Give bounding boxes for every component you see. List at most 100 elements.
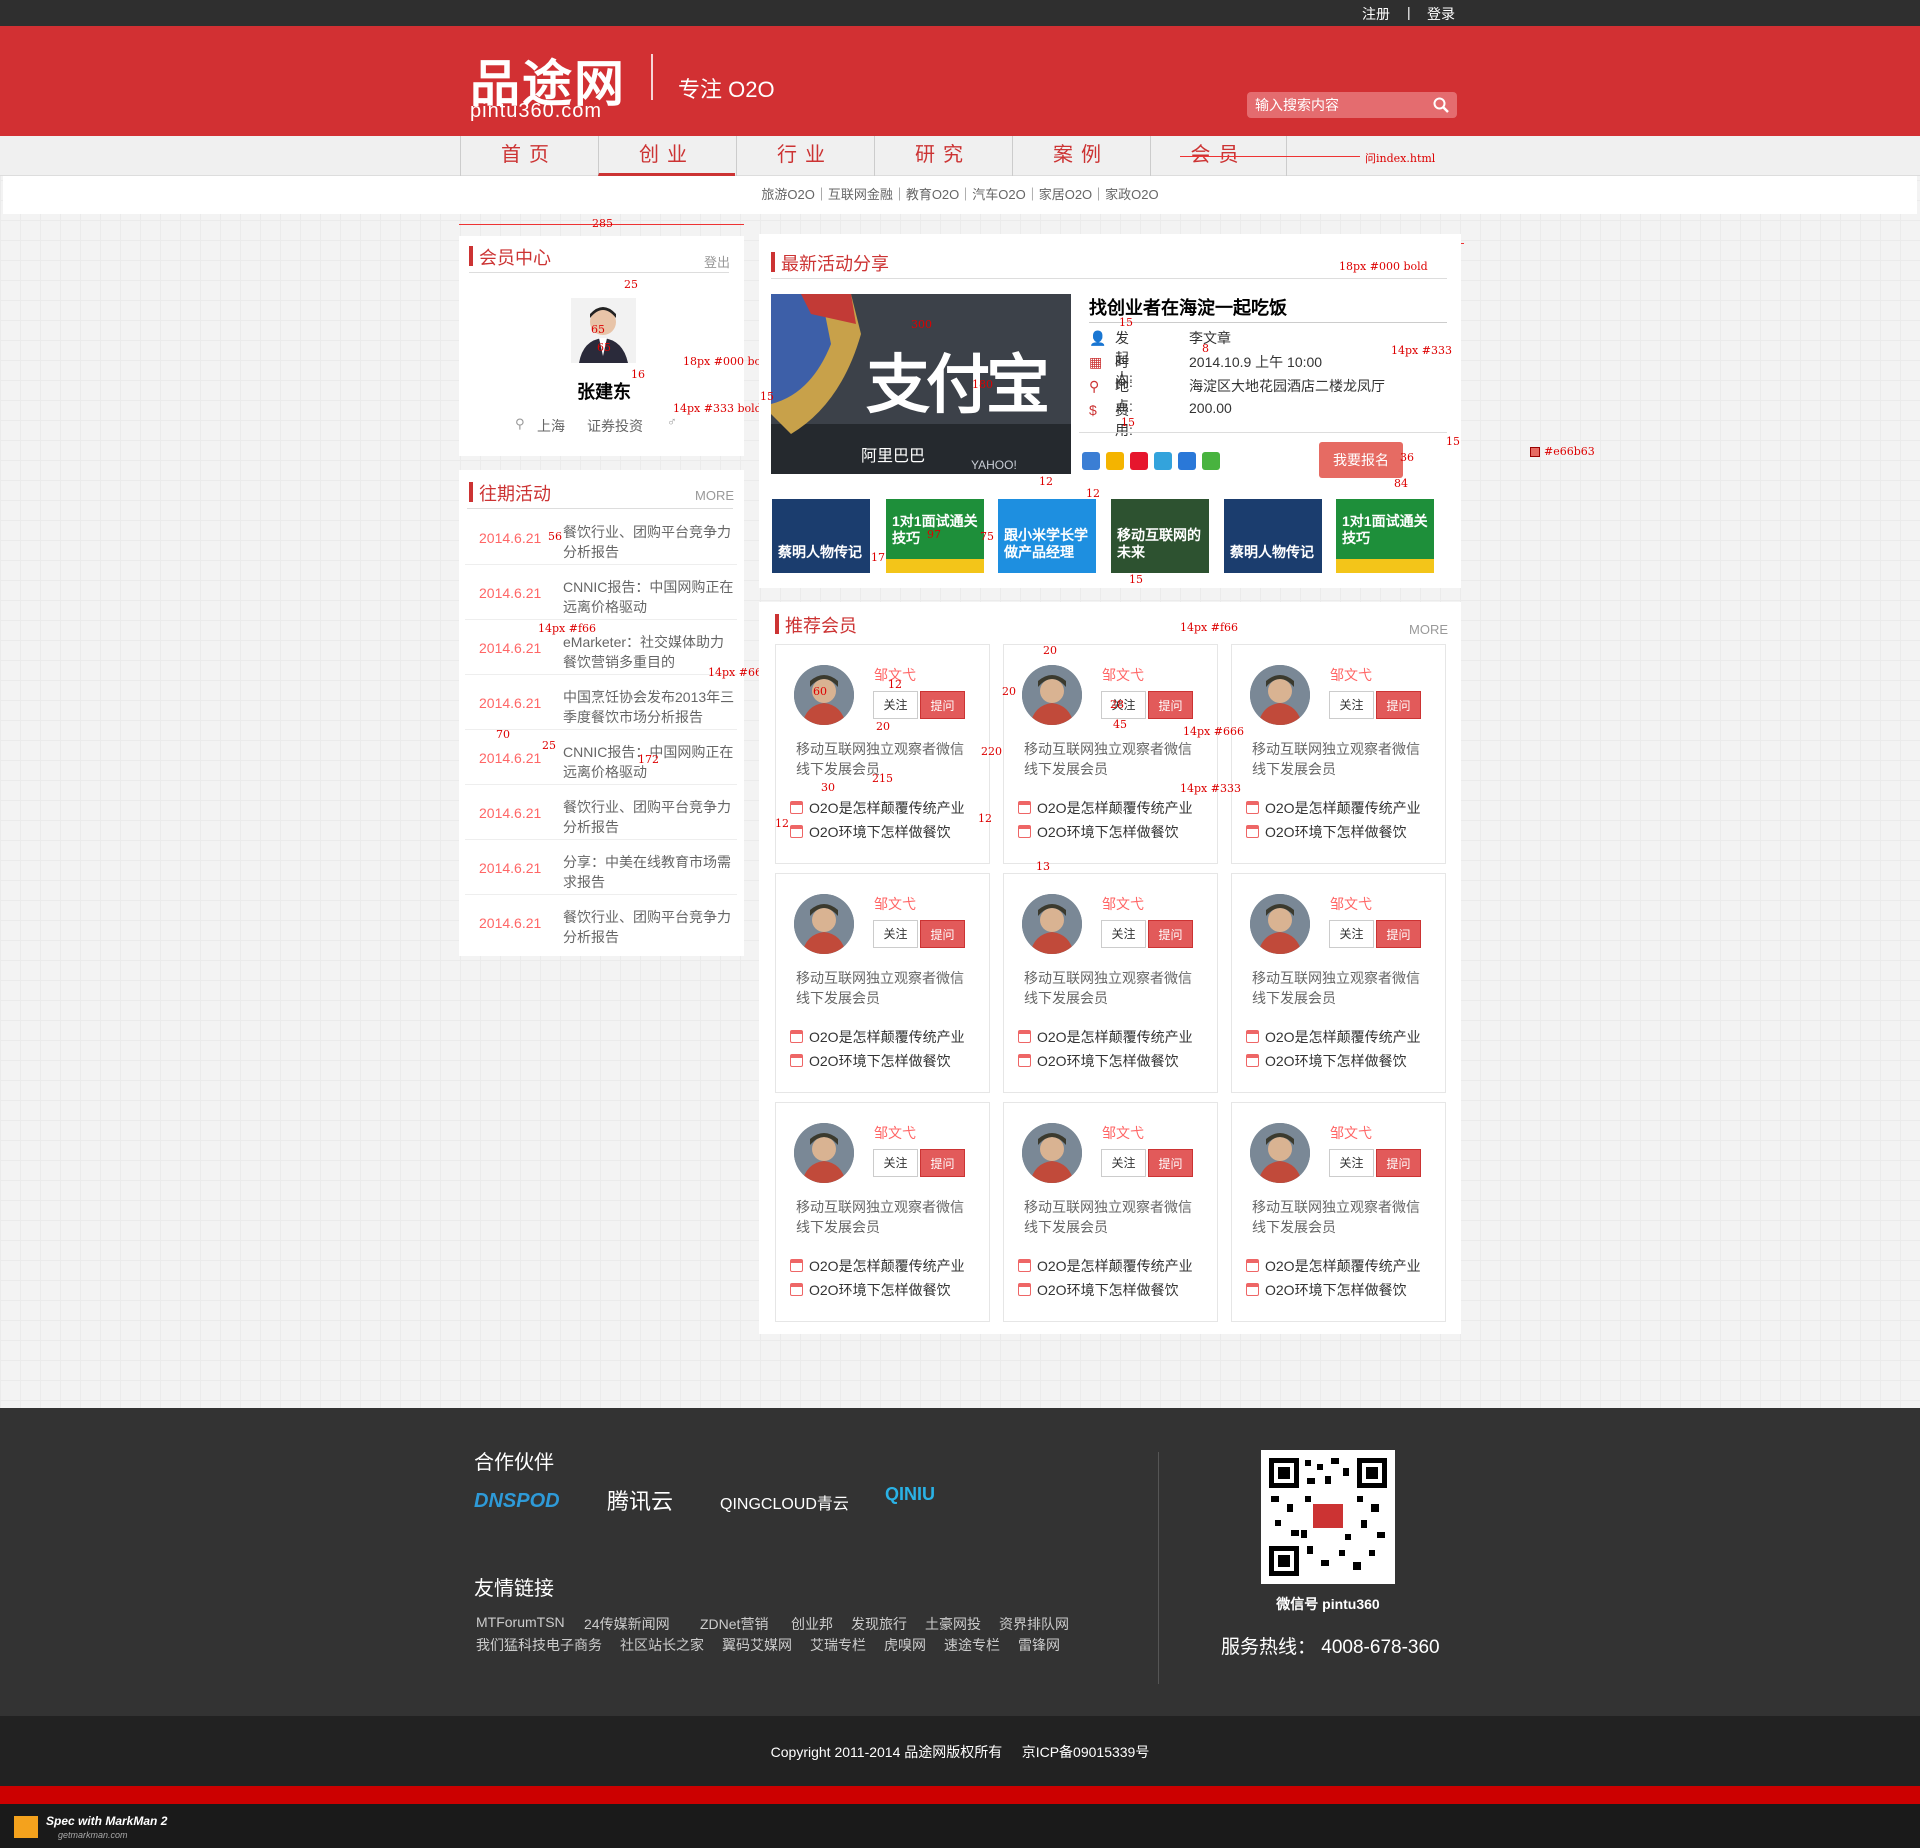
member-card[interactable]: 邹文弋 关注 提问 移动互联网独立观察者微信线下发展会员 O2O是怎样颠覆传统产业 O2O… <box>1003 1102 1218 1322</box>
more-link[interactable]: MORE <box>1409 622 1448 637</box>
follow-button[interactable]: 关注 <box>873 691 918 719</box>
follow-button[interactable]: 关注 <box>1329 1149 1374 1177</box>
friend-link[interactable]: 资界排队网 <box>999 1614 1069 1634</box>
avatar[interactable] <box>1022 665 1082 725</box>
member-topic[interactable]: O2O是怎样颠覆传统产业 <box>790 1027 965 1047</box>
follow-button[interactable]: 关注 <box>1329 691 1374 719</box>
member-topic[interactable]: O2O是怎样颠覆传统产业 <box>1018 798 1193 818</box>
thumbnail[interactable]: 1对1面试通关技巧 <box>1336 499 1434 573</box>
share-weibo-icon[interactable] <box>1130 452 1148 470</box>
search-input[interactable] <box>1255 92 1425 118</box>
follow-button[interactable]: 关注 <box>873 1149 918 1177</box>
member-card[interactable]: 邹文弋 关注 提问 移动互联网独立观察者微信线下发展会员 O2O是怎样颠覆传统产业 O2O… <box>1231 644 1446 864</box>
member-card[interactable]: 邹文弋 关注 提问 移动互联网独立观察者微信线下发展会员 O2O是怎样颠覆传统产业 O2O… <box>1231 1102 1446 1322</box>
register-link[interactable]: 注册 <box>1362 4 1390 24</box>
member-name[interactable]: 邹文弋 <box>1102 894 1144 914</box>
member-card[interactable]: 邹文弋 关注 提问 移动互联网独立观察者微信线下发展会员 O2O是怎样颠覆传统产业 O2O… <box>1003 644 1218 864</box>
search-icon[interactable] <box>1433 97 1449 113</box>
member-card[interactable]: 邹文弋 关注 提问 移动互联网独立观察者微信线下发展会员 O2O是怎样颠覆传统产业 O2O… <box>1231 873 1446 1093</box>
ask-button[interactable]: 提问 <box>920 1149 965 1177</box>
friend-link[interactable]: 艾瑞专栏 <box>810 1635 866 1655</box>
share-plus-icon[interactable] <box>1082 452 1100 470</box>
member-topic[interactable]: O2O环境下怎样做餐饮 <box>790 1051 951 1071</box>
member-card[interactable]: 邹文弋 关注 提问 移动互联网独立观察者微信线下发展会员 O2O是怎样颠覆传统产业 O2O… <box>1003 873 1218 1093</box>
nav-cases[interactable]: 案例 <box>1012 136 1149 176</box>
avatar[interactable] <box>1022 894 1082 954</box>
member-name[interactable]: 邹文弋 <box>1102 665 1144 685</box>
member-topic[interactable]: O2O环境下怎样做餐饮 <box>1246 1280 1407 1300</box>
list-item[interactable]: 2014.6.21 餐饮行业、团购平台竞争力分析报告 <box>465 895 737 950</box>
more-link[interactable]: MORE <box>695 488 734 503</box>
list-item[interactable]: 2014.6.21 中国烹饪协会发布2013年三季度餐饮市场分析报告 <box>465 675 737 730</box>
share-wechat-icon[interactable] <box>1202 452 1220 470</box>
member-name[interactable]: 邹文弋 <box>874 894 916 914</box>
member-name[interactable]: 邹文弋 <box>874 1123 916 1143</box>
friend-link[interactable]: MTForumTSN <box>476 1614 565 1630</box>
partner-logo-qiniu[interactable]: QINIU <box>885 1484 935 1505</box>
logout-link[interactable]: 登出 <box>704 252 730 271</box>
ask-button[interactable]: 提问 <box>1376 1149 1421 1177</box>
member-topic[interactable]: O2O环境下怎样做餐饮 <box>790 1280 951 1300</box>
nav-industry[interactable]: 行业 <box>736 136 873 176</box>
share-qzone-icon[interactable] <box>1106 452 1124 470</box>
ask-button[interactable]: 提问 <box>1376 691 1421 719</box>
member-topic[interactable]: O2O是怎样颠覆传统产业 <box>1018 1256 1193 1276</box>
nav-home[interactable]: 首页 <box>460 136 597 176</box>
ask-button[interactable]: 提问 <box>920 920 965 948</box>
ask-button[interactable]: 提问 <box>1148 1149 1193 1177</box>
member-topic[interactable]: O2O是怎样颠覆传统产业 <box>1246 798 1421 818</box>
sub-nav[interactable]: 旅游O2O｜互联网金融｜教育O2O｜汽车O2O｜家居O2O｜家政O2O <box>3 176 1917 214</box>
thumbnail[interactable]: 跟小米学长学做产品经理 <box>998 499 1096 573</box>
member-topic[interactable]: O2O环境下怎样做餐饮 <box>1018 822 1179 842</box>
member-name[interactable]: 邹文弋 <box>1102 1123 1144 1143</box>
member-card[interactable]: 邹文弋 关注 提问 移动互联网独立观察者微信线下发展会员 O2O是怎样颠覆传统产业 O2O… <box>775 1102 990 1322</box>
friend-link[interactable]: ZDNet营销 <box>700 1614 768 1634</box>
ask-button[interactable]: 提问 <box>920 691 965 719</box>
ask-button[interactable]: 提问 <box>1376 920 1421 948</box>
member-topic[interactable]: O2O是怎样颠覆传统产业 <box>1246 1256 1421 1276</box>
avatar[interactable] <box>1250 1123 1310 1183</box>
member-topic[interactable]: O2O是怎样颠覆传统产业 <box>790 1256 965 1276</box>
thumbnail[interactable]: 移动互联网的未来 <box>1111 499 1209 573</box>
partner-logo-tencent-cloud[interactable]: 腾讯云 <box>607 1484 673 1516</box>
share-renren-icon[interactable] <box>1178 452 1196 470</box>
list-item[interactable]: 2014.6.21 分享：中美在线教育市场需求报告 <box>465 840 737 895</box>
avatar[interactable] <box>1022 1123 1082 1183</box>
friend-link[interactable]: 创业邦 <box>791 1614 833 1634</box>
follow-button[interactable]: 关注 <box>1329 920 1374 948</box>
ask-button[interactable]: 提问 <box>1148 691 1193 719</box>
list-item[interactable]: 2014.6.21 eMarketer：社交媒体助力餐饮营销多重目的 <box>465 620 737 675</box>
member-name[interactable]: 邹文弋 <box>1330 1123 1372 1143</box>
partner-logo-dnspod[interactable]: DNSPOD <box>474 1490 560 1513</box>
member-card[interactable]: 邹文弋 关注 提问 移动互联网独立观察者微信线下发展会员 O2O是怎样颠覆传统产业 O2O… <box>775 644 990 864</box>
friend-link[interactable]: 我们猛科技电子商务 <box>476 1635 602 1655</box>
member-topic[interactable]: O2O环境下怎样做餐饮 <box>1246 822 1407 842</box>
login-link[interactable]: 登录 <box>1427 4 1455 24</box>
avatar[interactable] <box>1250 894 1310 954</box>
signup-button[interactable]: 我要报名 <box>1319 442 1403 478</box>
member-topic[interactable]: O2O环境下怎样做餐饮 <box>790 822 951 842</box>
nav-research[interactable]: 研究 <box>874 136 1011 176</box>
member-topic[interactable]: O2O是怎样颠覆传统产业 <box>1246 1027 1421 1047</box>
friend-link[interactable]: 速途专栏 <box>944 1635 1000 1655</box>
follow-button[interactable]: 关注 <box>873 920 918 948</box>
member-topic[interactable]: O2O环境下怎样做餐饮 <box>1018 1051 1179 1071</box>
member-topic[interactable]: O2O环境下怎样做餐饮 <box>1018 1280 1179 1300</box>
friend-link[interactable]: 24传媒新闻网 <box>584 1614 670 1634</box>
member-topic[interactable]: O2O是怎样颠覆传统产业 <box>1018 1027 1193 1047</box>
ask-button[interactable]: 提问 <box>1148 920 1193 948</box>
nav-startup[interactable]: 创业 <box>598 136 735 176</box>
friend-link[interactable]: 翼码艾媒网 <box>722 1635 792 1655</box>
avatar[interactable] <box>794 894 854 954</box>
list-item[interactable]: 2014.6.21 CNNIC报告：中国网购正在远离价格驱动 <box>465 565 737 620</box>
partner-logo-qingcloud[interactable]: QINGCLOUD青云 <box>720 1490 849 1514</box>
list-item[interactable]: 2014.6.21 餐饮行业、团购平台竞争力分析报告 <box>465 785 737 840</box>
list-item[interactable]: 2014.6.21 餐饮行业、团购平台竞争力分析报告 <box>465 510 737 565</box>
avatar[interactable] <box>794 1123 854 1183</box>
friend-link[interactable]: 社区站长之家 <box>620 1635 704 1655</box>
follow-button[interactable]: 关注 <box>1101 920 1146 948</box>
share-tweibo-icon[interactable] <box>1154 452 1172 470</box>
friend-link[interactable]: 土豪网投 <box>925 1614 981 1634</box>
member-topic[interactable]: O2O环境下怎样做餐饮 <box>1246 1051 1407 1071</box>
member-name[interactable]: 邹文弋 <box>1330 665 1372 685</box>
